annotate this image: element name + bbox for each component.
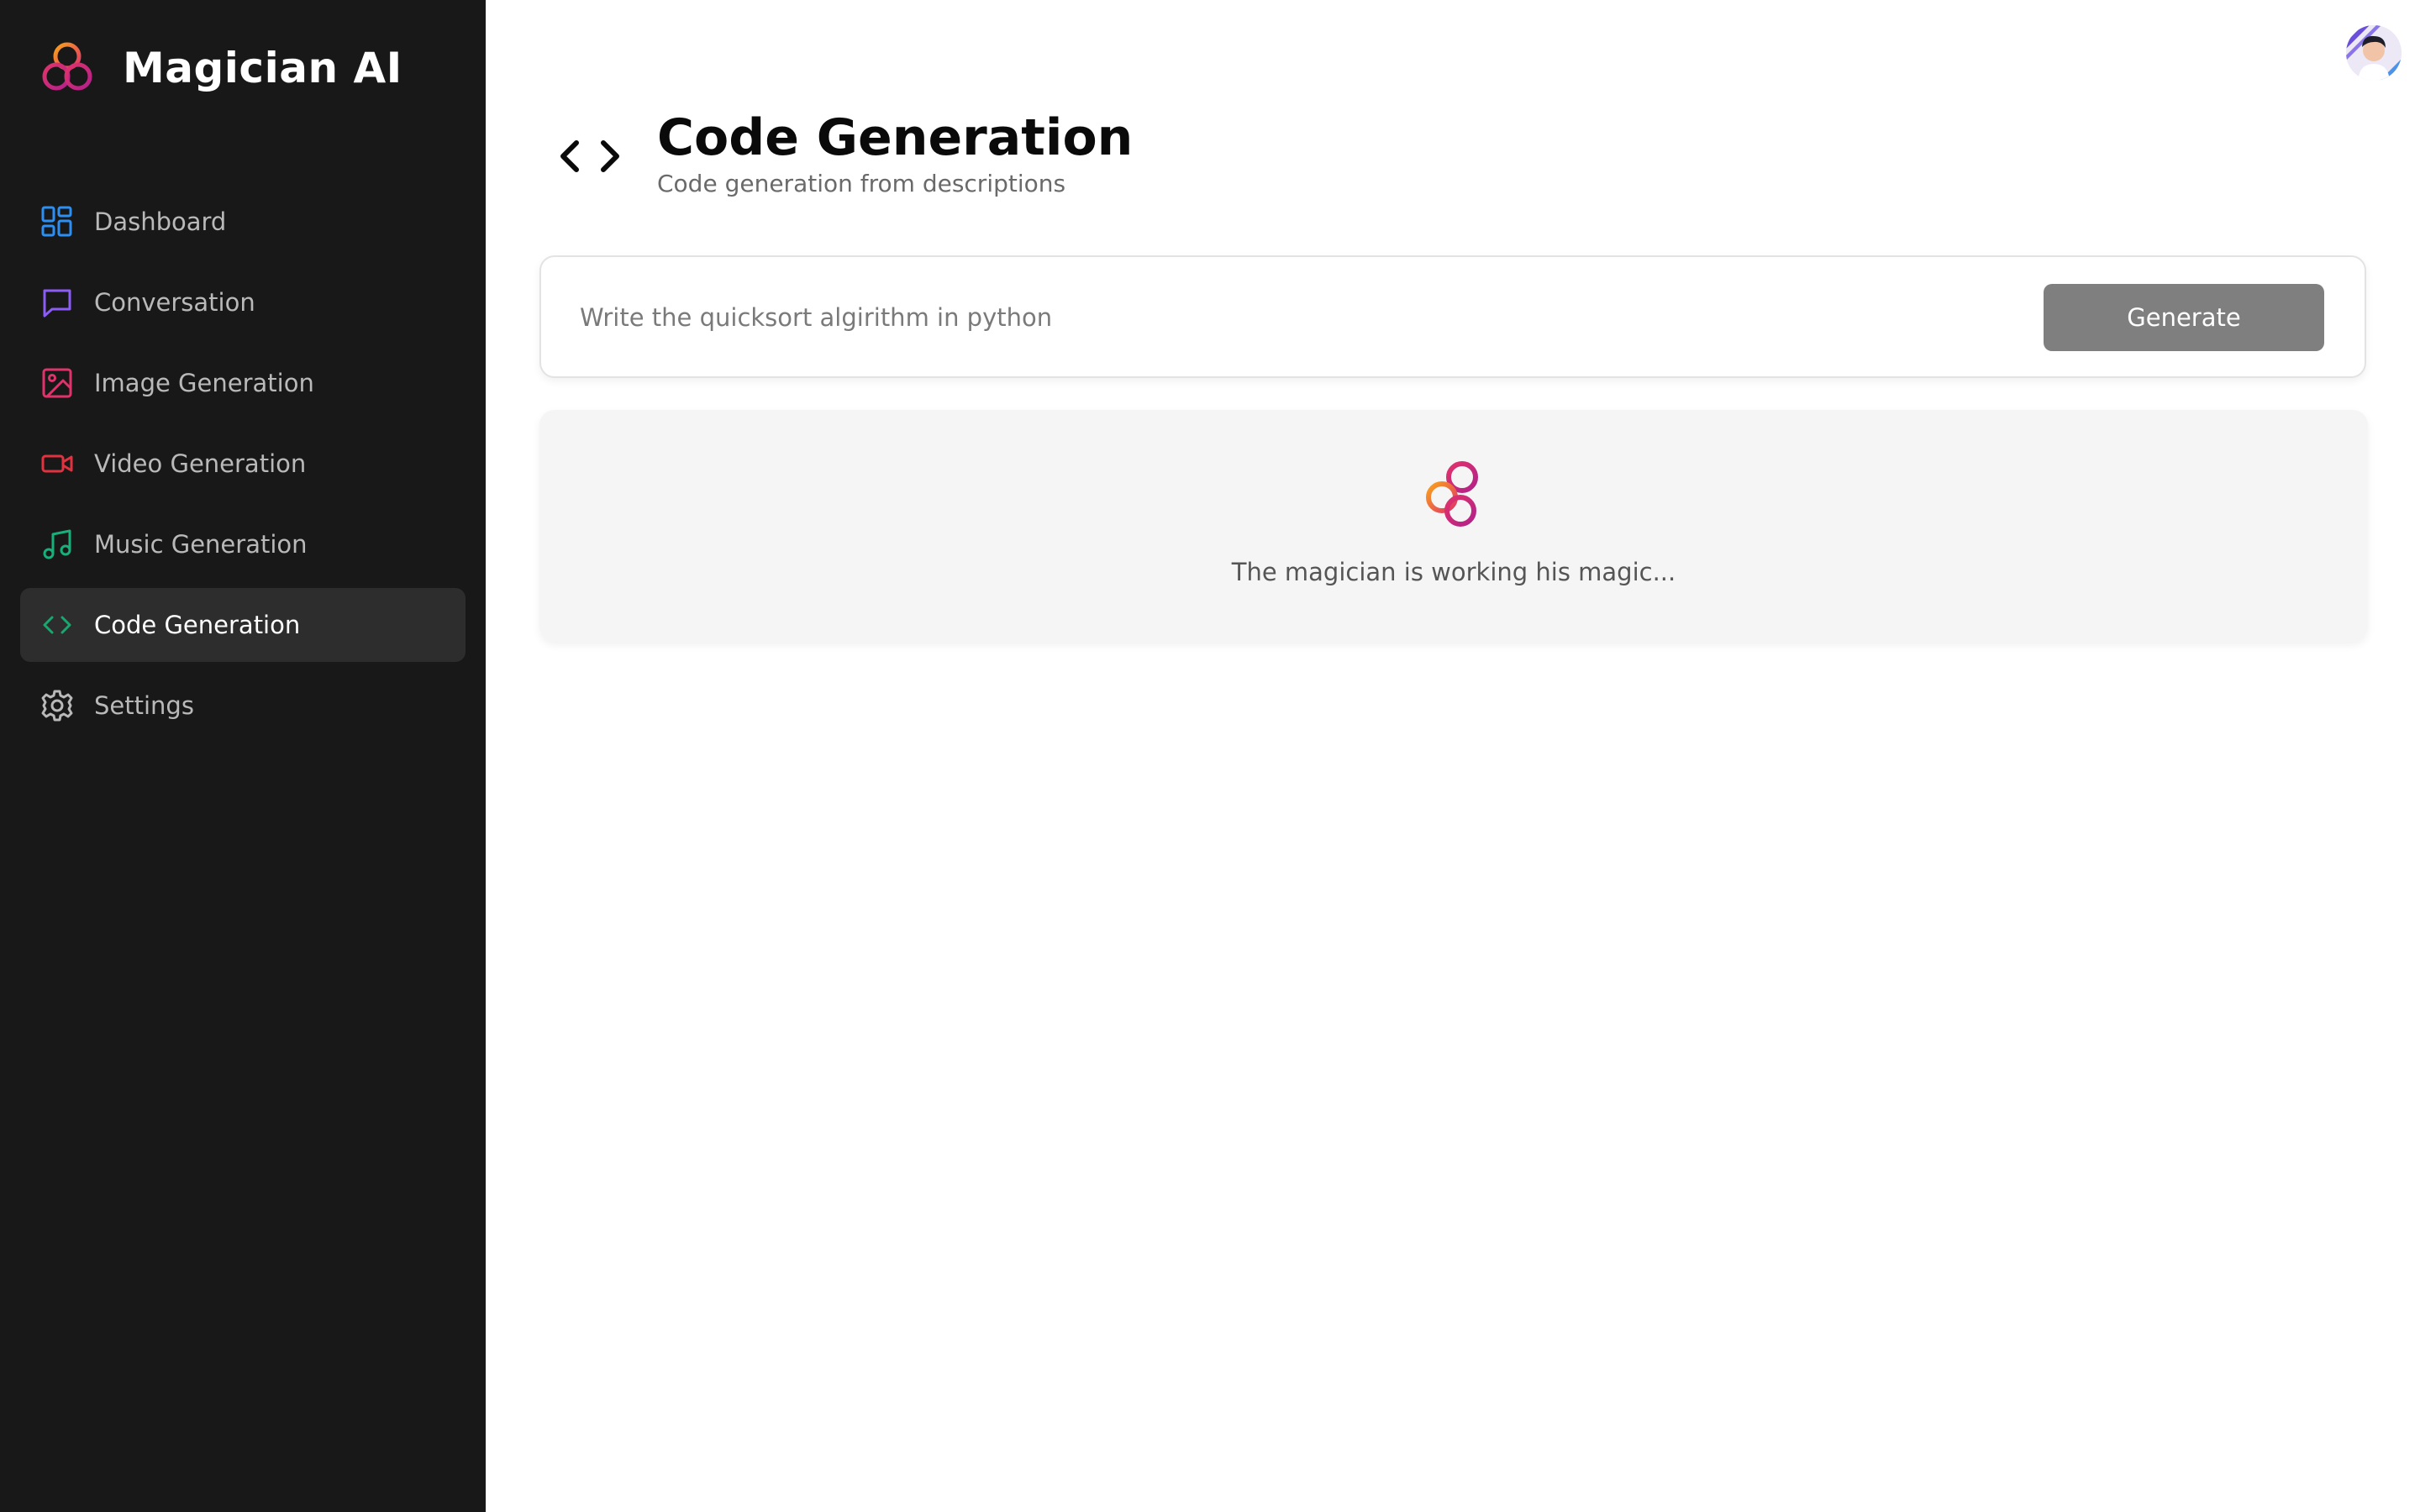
- sidebar-item-image-generation[interactable]: Image Generation: [20, 346, 466, 420]
- code-icon: [40, 608, 74, 642]
- prompt-form: Generate: [539, 255, 2366, 378]
- user-avatar[interactable]: [2346, 25, 2402, 81]
- app-root: Magician AI Dashboard Conversation Image…: [0, 0, 2420, 1512]
- sidebar-item-label: Code Generation: [94, 611, 301, 639]
- gear-icon: [40, 689, 74, 722]
- video-camera-icon: [40, 447, 74, 480]
- page-title: Code Generation: [657, 108, 1134, 167]
- sidebar-item-code-generation[interactable]: Code Generation: [20, 588, 466, 662]
- sidebar-item-label: Settings: [94, 691, 194, 720]
- main-content: Code Generation Code generation from des…: [486, 0, 2420, 1512]
- music-note-icon: [40, 528, 74, 561]
- dashboard-grid-icon: [40, 205, 74, 239]
- magician-logo-icon: [1417, 459, 1491, 533]
- header-text: Code Generation Code generation from des…: [657, 108, 1133, 197]
- loading-message: The magician is working his magic...: [1231, 558, 1676, 586]
- page-subtitle: Code generation from descriptions: [657, 170, 1066, 197]
- sidebar-item-music-generation[interactable]: Music Generation: [20, 507, 466, 581]
- sidebar: Magician AI Dashboard Conversation Image…: [0, 0, 486, 1512]
- sidebar-item-label: Music Generation: [94, 530, 308, 559]
- magician-logo-icon: [42, 42, 92, 91]
- generate-button[interactable]: Generate: [2044, 284, 2324, 351]
- loading-panel: The magician is working his magic...: [539, 410, 2368, 642]
- sidebar-item-video-generation[interactable]: Video Generation: [20, 427, 466, 501]
- sidebar-nav: Dashboard Conversation Image Generation …: [20, 185, 466, 749]
- sidebar-item-label: Dashboard: [94, 207, 227, 236]
- prompt-input[interactable]: [580, 291, 2008, 344]
- sidebar-item-dashboard[interactable]: Dashboard: [20, 185, 466, 259]
- message-square-icon: [40, 286, 74, 319]
- sidebar-item-settings[interactable]: Settings: [20, 669, 466, 743]
- brand[interactable]: Magician AI: [37, 35, 402, 101]
- app-name: Magician AI: [123, 44, 402, 92]
- sidebar-item-conversation[interactable]: Conversation: [20, 265, 466, 339]
- image-icon: [40, 366, 74, 400]
- sidebar-item-label: Video Generation: [94, 449, 307, 478]
- page-header: Code Generation Code generation from des…: [551, 108, 1133, 197]
- sidebar-item-label: Image Generation: [94, 369, 314, 397]
- code-icon: [551, 118, 629, 195]
- sidebar-item-label: Conversation: [94, 288, 255, 317]
